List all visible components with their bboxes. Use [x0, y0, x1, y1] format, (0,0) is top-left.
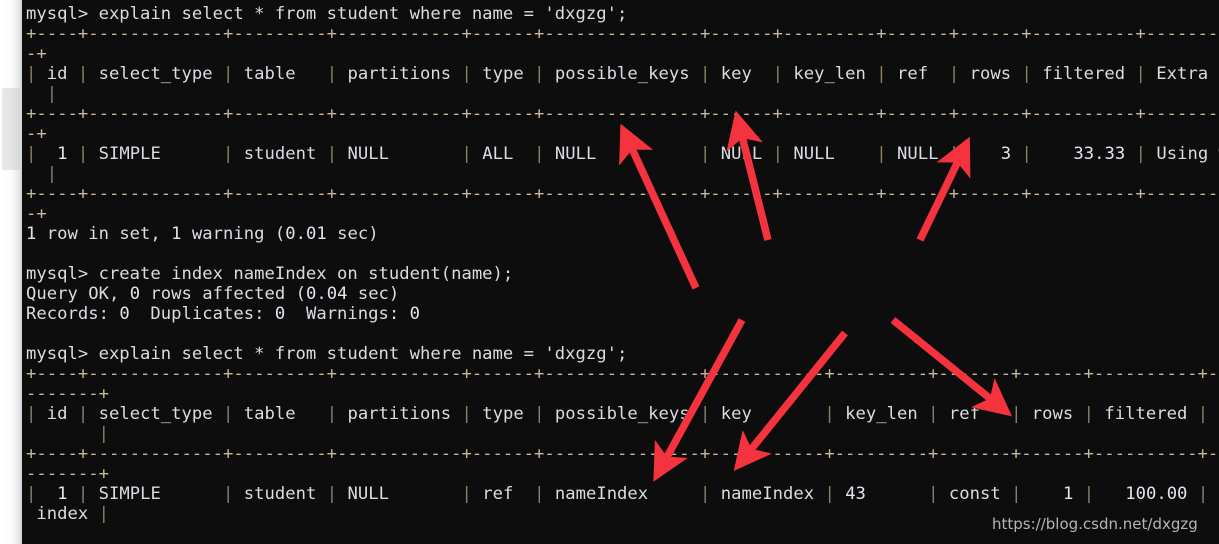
terminal-line: | 1 | SIMPLE | student | NULL | ref | na…	[26, 484, 1219, 504]
terminal-line: 1 row in set, 1 warning (0.01 sec)	[26, 224, 379, 244]
terminal-line: |	[98, 424, 109, 444]
terminal-line: index |	[26, 504, 109, 524]
scrollbar-thumb[interactable]	[2, 88, 20, 170]
terminal-line: Records: 0 Duplicates: 0 Warnings: 0	[26, 304, 421, 324]
terminal-line: | id | select_type | table | partitions …	[26, 404, 1219, 424]
terminal-screenshot: mysql> explain select * from student whe…	[0, 0, 1219, 544]
terminal-line: -------+	[26, 464, 109, 484]
terminal-line: -+	[26, 124, 47, 144]
terminal-line: |	[46, 84, 58, 104]
terminal-line: -+	[26, 44, 47, 64]
terminal-line: | id | select_type | table | partitions …	[26, 64, 1209, 84]
terminal-line: +----+-------------+---------+----------…	[26, 364, 1219, 384]
terminal-line: |	[46, 164, 58, 184]
mysql-terminal-output[interactable]: mysql> explain select * from student whe…	[22, 0, 1219, 544]
csdn-watermark: https://blog.csdn.net/dxgzg	[992, 515, 1198, 533]
terminal-line: +----+-------------+---------+----------…	[26, 24, 1219, 44]
terminal-line: -------+	[26, 384, 109, 404]
window-scroll-gutter[interactable]	[0, 0, 22, 544]
terminal-line: | 1 | SIMPLE | student | NULL | ALL | NU…	[26, 144, 1219, 164]
terminal-line: mysql> explain select * from student whe…	[26, 344, 628, 364]
terminal-line: Query OK, 0 rows affected (0.04 sec)	[26, 284, 400, 304]
terminal-line: -+	[26, 204, 47, 224]
terminal-line: +----+-------------+---------+----------…	[26, 104, 1219, 124]
terminal-line: mysql> create index nameIndex on student…	[26, 264, 514, 284]
terminal-line: +----+-------------+---------+----------…	[26, 444, 1219, 464]
terminal-line: +----+-------------+---------+----------…	[26, 184, 1219, 204]
terminal-line: mysql> explain select * from student whe…	[26, 4, 628, 24]
